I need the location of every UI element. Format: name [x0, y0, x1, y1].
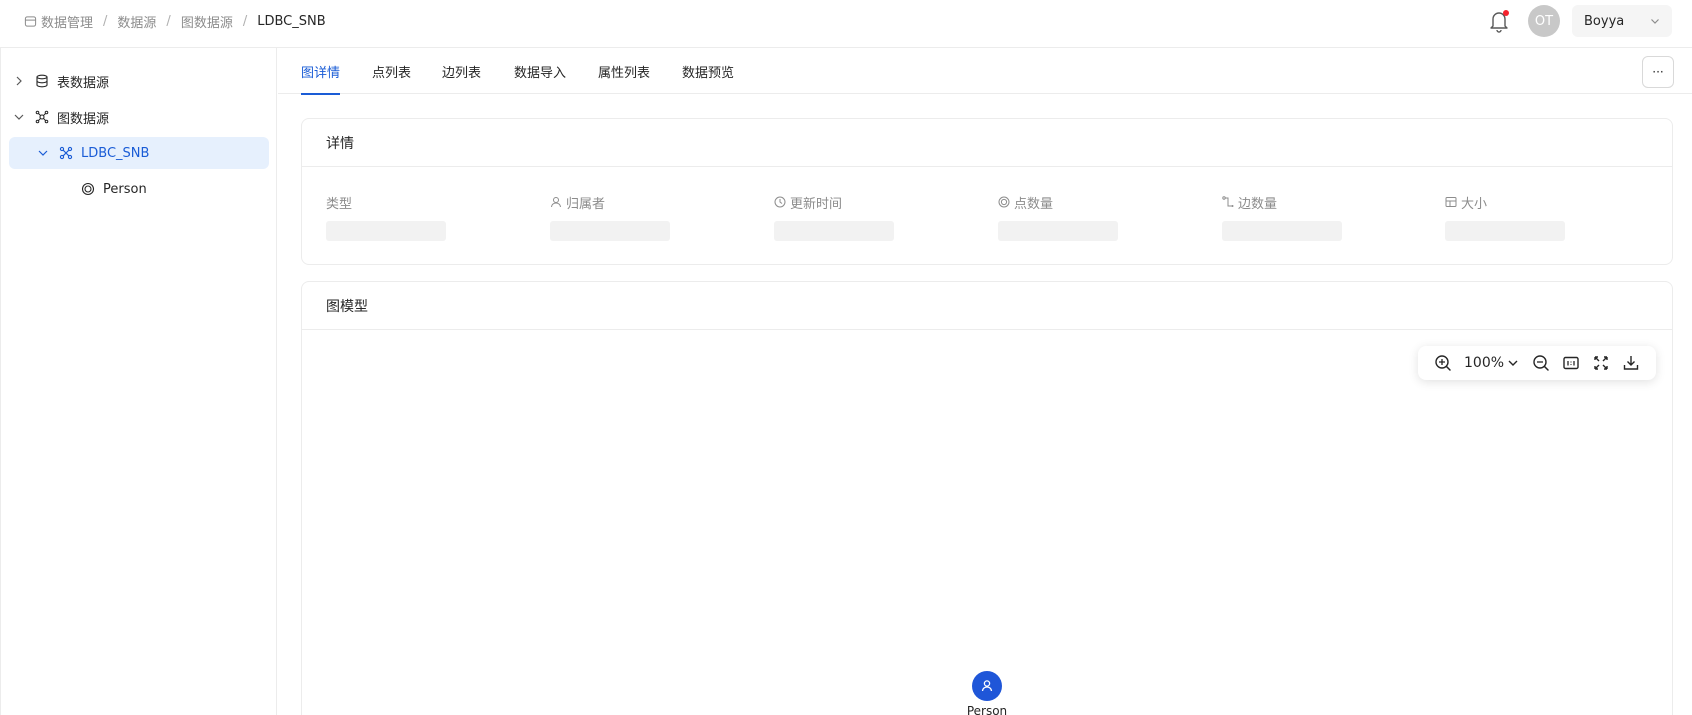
graph-icon — [59, 146, 73, 160]
clock-icon — [774, 196, 786, 208]
user-name: Boyya — [1584, 13, 1625, 29]
breadcrumb-label: 数据管理 — [41, 15, 94, 31]
detail-label: 更新时间 — [790, 196, 843, 212]
skeleton-placeholder — [326, 221, 446, 241]
more-button[interactable]: ··· — [1642, 56, 1674, 88]
details-title: 详情 — [302, 119, 1672, 167]
graph-model-title: 图模型 — [302, 282, 1672, 330]
tree-item-label: Person — [103, 181, 147, 197]
tab-data-preview[interactable]: 数据预览 — [682, 48, 734, 94]
breadcrumb-item-graph-datasource[interactable]: 图数据源 — [181, 12, 233, 31]
top-header: 数据管理 / 数据源 / 图数据源 / LDBC_SNB OT Boyya — [0, 0, 1692, 48]
tree-item-person[interactable]: Person — [81, 173, 269, 205]
breadcrumb-separator: / — [166, 13, 171, 29]
zoom-level-select[interactable]: 100% — [1464, 354, 1519, 372]
tree-item-label: 表数据源 — [57, 75, 110, 91]
person-icon — [981, 680, 993, 692]
chevron-down-icon — [1651, 19, 1659, 24]
tab-property-list[interactable]: 属性列表 — [598, 48, 650, 94]
sidebar-tree: 表数据源 图数据源 LDBC_SNB Person — [0, 48, 277, 715]
tree-item-table-datasource[interactable]: 表数据源 — [13, 65, 269, 97]
edge-icon — [1222, 196, 1234, 207]
skeleton-placeholder — [774, 221, 894, 241]
database-icon — [36, 74, 48, 88]
detail-vertex-count: 点数量 — [998, 193, 1118, 241]
fit-view-icon[interactable] — [1592, 354, 1610, 372]
notification-button[interactable] — [1488, 9, 1510, 33]
breadcrumb-separator: / — [242, 13, 248, 29]
chevron-down-icon — [38, 150, 48, 156]
graph-node-person[interactable] — [972, 671, 1002, 701]
detail-type: 类型 — [326, 193, 446, 241]
breadcrumb-item-datasource[interactable]: 数据源 — [117, 12, 156, 31]
breadcrumb-item-current: LDBC_SNB — [257, 13, 326, 29]
detail-label: 点数量 — [1014, 196, 1054, 212]
detail-owner: 归属者 — [550, 193, 670, 241]
detail-update-time: 更新时间 — [774, 193, 894, 241]
graph-network-icon — [35, 110, 49, 124]
storage-icon — [1445, 197, 1457, 207]
tab-data-import[interactable]: 数据导入 — [514, 48, 566, 94]
breadcrumb-item-data-management[interactable]: 数据管理 — [24, 12, 93, 31]
chevron-down-icon — [14, 114, 24, 120]
avatar[interactable]: OT — [1528, 5, 1560, 37]
actual-size-icon[interactable] — [1562, 354, 1580, 372]
detail-size: 大小 — [1445, 193, 1565, 241]
tab-bar: 图详情 点列表 边列表 数据导入 属性列表 数据预览 — [278, 48, 1692, 95]
skeleton-placeholder — [1222, 221, 1342, 241]
user-select[interactable]: Boyya — [1572, 5, 1672, 37]
app: 数据管理 / 数据源 / 图数据源 / LDBC_SNB OT Boyya 表数… — [0, 0, 1692, 715]
breadcrumb-separator: / — [103, 13, 108, 29]
detail-edge-count: 边数量 — [1222, 193, 1342, 241]
detail-label: 边数量 — [1238, 196, 1278, 212]
zoom-in-icon[interactable] — [1434, 354, 1452, 372]
detail-label: 归属者 — [566, 196, 606, 212]
tab-graph-details[interactable]: 图详情 — [301, 48, 341, 95]
detail-label: 大小 — [1461, 196, 1488, 212]
chevron-down-icon — [1508, 360, 1518, 366]
chevron-right-icon — [16, 76, 22, 86]
detail-label: 类型 — [326, 196, 353, 212]
zoom-level: 100% — [1464, 355, 1505, 371]
database-icon — [24, 15, 37, 27]
tree-item-ldbc-snb[interactable]: LDBC_SNB — [9, 137, 269, 169]
skeleton-placeholder — [550, 221, 670, 241]
tab-edge-list[interactable]: 边列表 — [442, 48, 481, 94]
details-card: 详情 类型 归属者 更新时间 点数量 边数量 大小 — [301, 118, 1673, 265]
tree-item-graph-datasource[interactable]: 图数据源 — [13, 101, 269, 133]
tree-item-label: 图数据源 — [57, 111, 110, 127]
tab-vertex-list[interactable]: 点列表 — [372, 48, 411, 94]
user-icon — [551, 197, 561, 208]
canvas-toolbar: 100% — [1418, 346, 1656, 380]
download-icon[interactable] — [1622, 354, 1640, 372]
breadcrumb: 数据管理 / 数据源 / 图数据源 / LDBC_SNB — [24, 11, 326, 31]
zoom-out-icon[interactable] — [1532, 354, 1550, 372]
vertex-icon — [998, 196, 1010, 208]
graph-node-label: Person — [966, 704, 1008, 715]
skeleton-placeholder — [1445, 221, 1565, 241]
tree-item-label: LDBC_SNB — [81, 145, 150, 161]
vertex-icon — [81, 182, 95, 196]
skeleton-placeholder — [998, 221, 1118, 241]
notification-dot — [1503, 10, 1509, 16]
